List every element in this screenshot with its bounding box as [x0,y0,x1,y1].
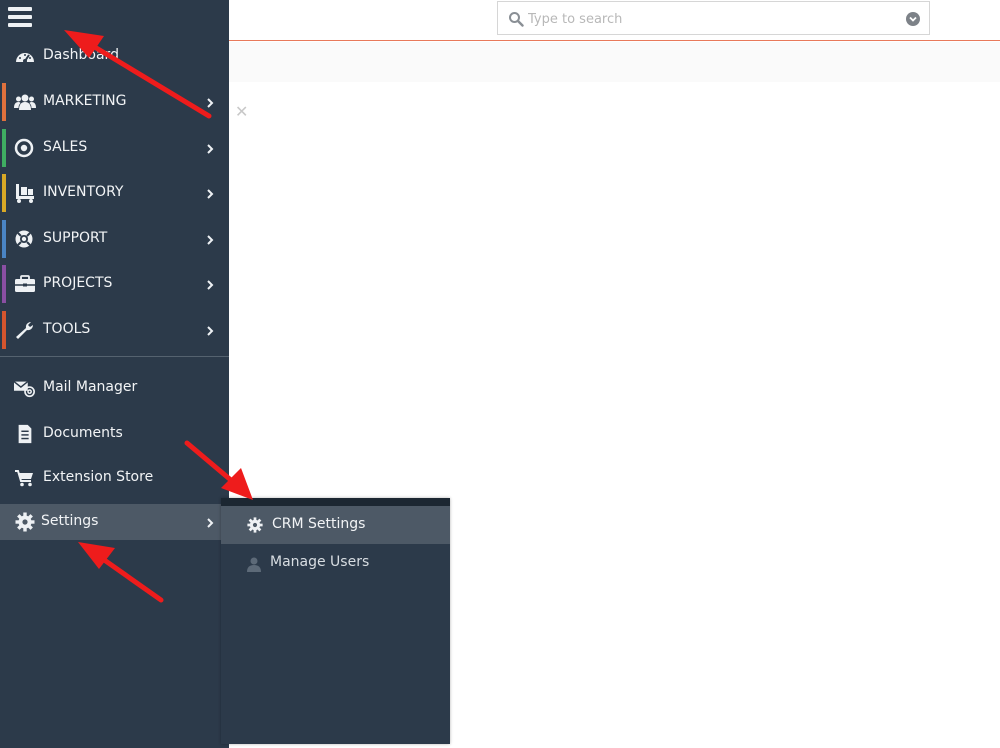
gear-icon [247,517,263,533]
top-header [229,0,1000,41]
sidebar-item-label: Mail Manager [43,379,138,395]
sidebar-item-label: SUPPORT [43,230,108,246]
chevron-right-icon [207,518,214,528]
target-icon [14,138,34,158]
category-stripe [2,265,6,303]
chevron-right-icon [207,144,214,154]
cart-icon [15,470,33,487]
category-stripe [2,174,6,212]
sidebar-item-sales[interactable]: SALES [0,129,229,167]
settings-submenu: CRM Settings Manage Users [221,498,450,744]
mail-at-icon [14,381,35,398]
sidebar-item-label: Settings [41,513,99,529]
global-search[interactable] [497,1,930,35]
category-stripe [2,129,6,167]
sidebar-item-settings[interactable]: Settings [0,504,229,540]
sidebar-item-label: TOOLS [43,321,91,337]
chevron-down-circle-icon[interactable] [906,12,920,26]
category-stripe [2,220,6,258]
chevron-right-icon [207,326,214,336]
briefcase-icon [15,275,35,292]
sidebar-item-label: SALES [43,139,88,155]
sidebar-divider [0,356,229,357]
sidebar-item-documents[interactable]: Documents [0,415,229,453]
user-icon [247,557,261,572]
sidebar-item-projects[interactable]: PROJECTS [0,265,229,303]
search-icon [509,12,524,27]
sidebar-item-tools[interactable]: TOOLS [0,311,229,349]
close-icon[interactable]: ✕ [235,104,248,120]
hamburger-menu-icon[interactable] [8,7,34,29]
sidebar-item-marketing[interactable]: MARKETING [0,83,229,121]
sidebar-item-mail-manager[interactable]: Mail Manager [0,369,229,407]
search-input[interactable] [528,8,888,30]
gear-icon [15,512,35,532]
content-toolbar [229,42,1000,82]
sidebar-item-dashboard[interactable]: Dashboard [0,37,229,75]
submenu-item-crm-settings[interactable]: CRM Settings [221,506,450,544]
document-icon [18,424,32,444]
users-group-icon [14,94,36,110]
submenu-item-manage-users[interactable]: Manage Users [221,544,450,582]
category-stripe [2,83,6,121]
dolly-icon [16,184,34,203]
submenu-item-label: Manage Users [270,554,370,570]
sidebar-item-inventory[interactable]: INVENTORY [0,174,229,212]
sidebar-item-label: INVENTORY [43,184,124,200]
sidebar-item-label: Extension Store [43,469,154,485]
category-stripe [2,311,6,349]
sidebar-item-extension-store[interactable]: Extension Store [0,459,229,497]
sidebar-item-support[interactable]: SUPPORT [0,220,229,258]
wrench-icon [16,321,34,339]
sidebar-item-label: Dashboard [43,47,119,63]
sidebar-item-label: PROJECTS [43,275,113,291]
chevron-right-icon [207,98,214,108]
lifebuoy-icon [15,230,33,248]
submenu-item-label: CRM Settings [272,516,366,532]
app-sidebar: Dashboard MARKETING SALES INVENTORY SUPP… [0,0,229,748]
sidebar-item-label: Documents [43,425,123,441]
chevron-right-icon [207,189,214,199]
chevron-right-icon [207,280,214,290]
dashboard-icon [16,53,34,63]
sidebar-item-label: MARKETING [43,93,127,109]
chevron-right-icon [207,235,214,245]
